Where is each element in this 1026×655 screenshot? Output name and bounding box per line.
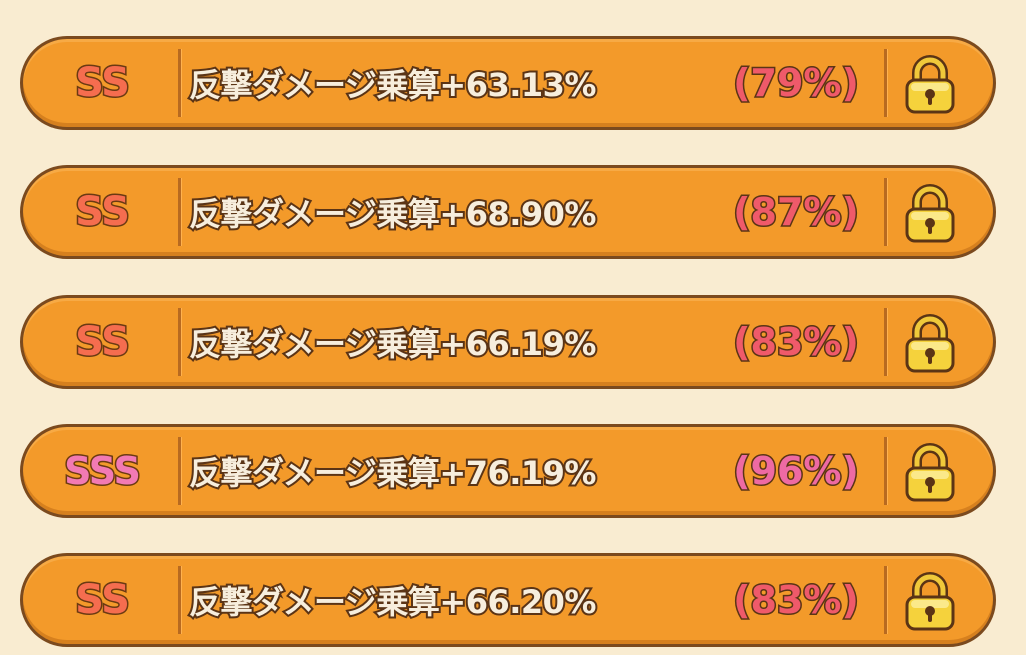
lock-icon[interactable] xyxy=(903,572,957,632)
effect-text: 反撃ダメージ乗算+68.90% xyxy=(187,193,599,235)
option-row-4: SSS 反撃ダメージ乗算+76.19% (96%) xyxy=(20,424,996,518)
option-list: SS 反撃ダメージ乗算+63.13% (79%) SS 反撃ダメージ乗算+68.… xyxy=(0,0,1026,655)
option-row-1: SS 反撃ダメージ乗算+63.13% (79%) xyxy=(20,36,996,130)
divider xyxy=(884,308,888,376)
divider xyxy=(178,566,182,634)
roll-percent: (79%) xyxy=(732,60,861,107)
lock-icon[interactable] xyxy=(903,443,957,503)
divider xyxy=(178,49,182,117)
roll-percent: (87%) xyxy=(732,189,861,236)
divider xyxy=(178,308,182,376)
divider xyxy=(884,566,888,634)
rank-badge: SS xyxy=(74,188,132,237)
lock-icon[interactable] xyxy=(903,184,957,244)
effect-text: 反撃ダメージ乗算+66.20% xyxy=(187,581,599,623)
option-row-2: SS 反撃ダメージ乗算+68.90% (87%) xyxy=(20,165,996,259)
divider xyxy=(884,437,888,505)
rank-badge: SS xyxy=(74,59,132,108)
lock-icon[interactable] xyxy=(903,314,957,374)
divider xyxy=(178,437,182,505)
divider xyxy=(178,178,182,246)
effect-text: 反撃ダメージ乗算+63.13% xyxy=(187,64,599,106)
effect-text: 反撃ダメージ乗算+66.19% xyxy=(187,323,599,365)
lock-icon[interactable] xyxy=(903,55,957,115)
option-row-3: SS 反撃ダメージ乗算+66.19% (83%) xyxy=(20,295,996,389)
rank-badge: SS xyxy=(74,576,132,625)
roll-percent: (83%) xyxy=(732,319,861,366)
roll-percent: (83%) xyxy=(732,577,861,624)
option-row-5: SS 反撃ダメージ乗算+66.20% (83%) xyxy=(20,553,996,647)
roll-percent: (96%) xyxy=(732,448,861,495)
divider xyxy=(884,49,888,117)
rank-badge: SS xyxy=(74,318,132,367)
effect-text: 反撃ダメージ乗算+76.19% xyxy=(187,452,599,494)
rank-badge: SSS xyxy=(63,448,143,495)
divider xyxy=(884,178,888,246)
